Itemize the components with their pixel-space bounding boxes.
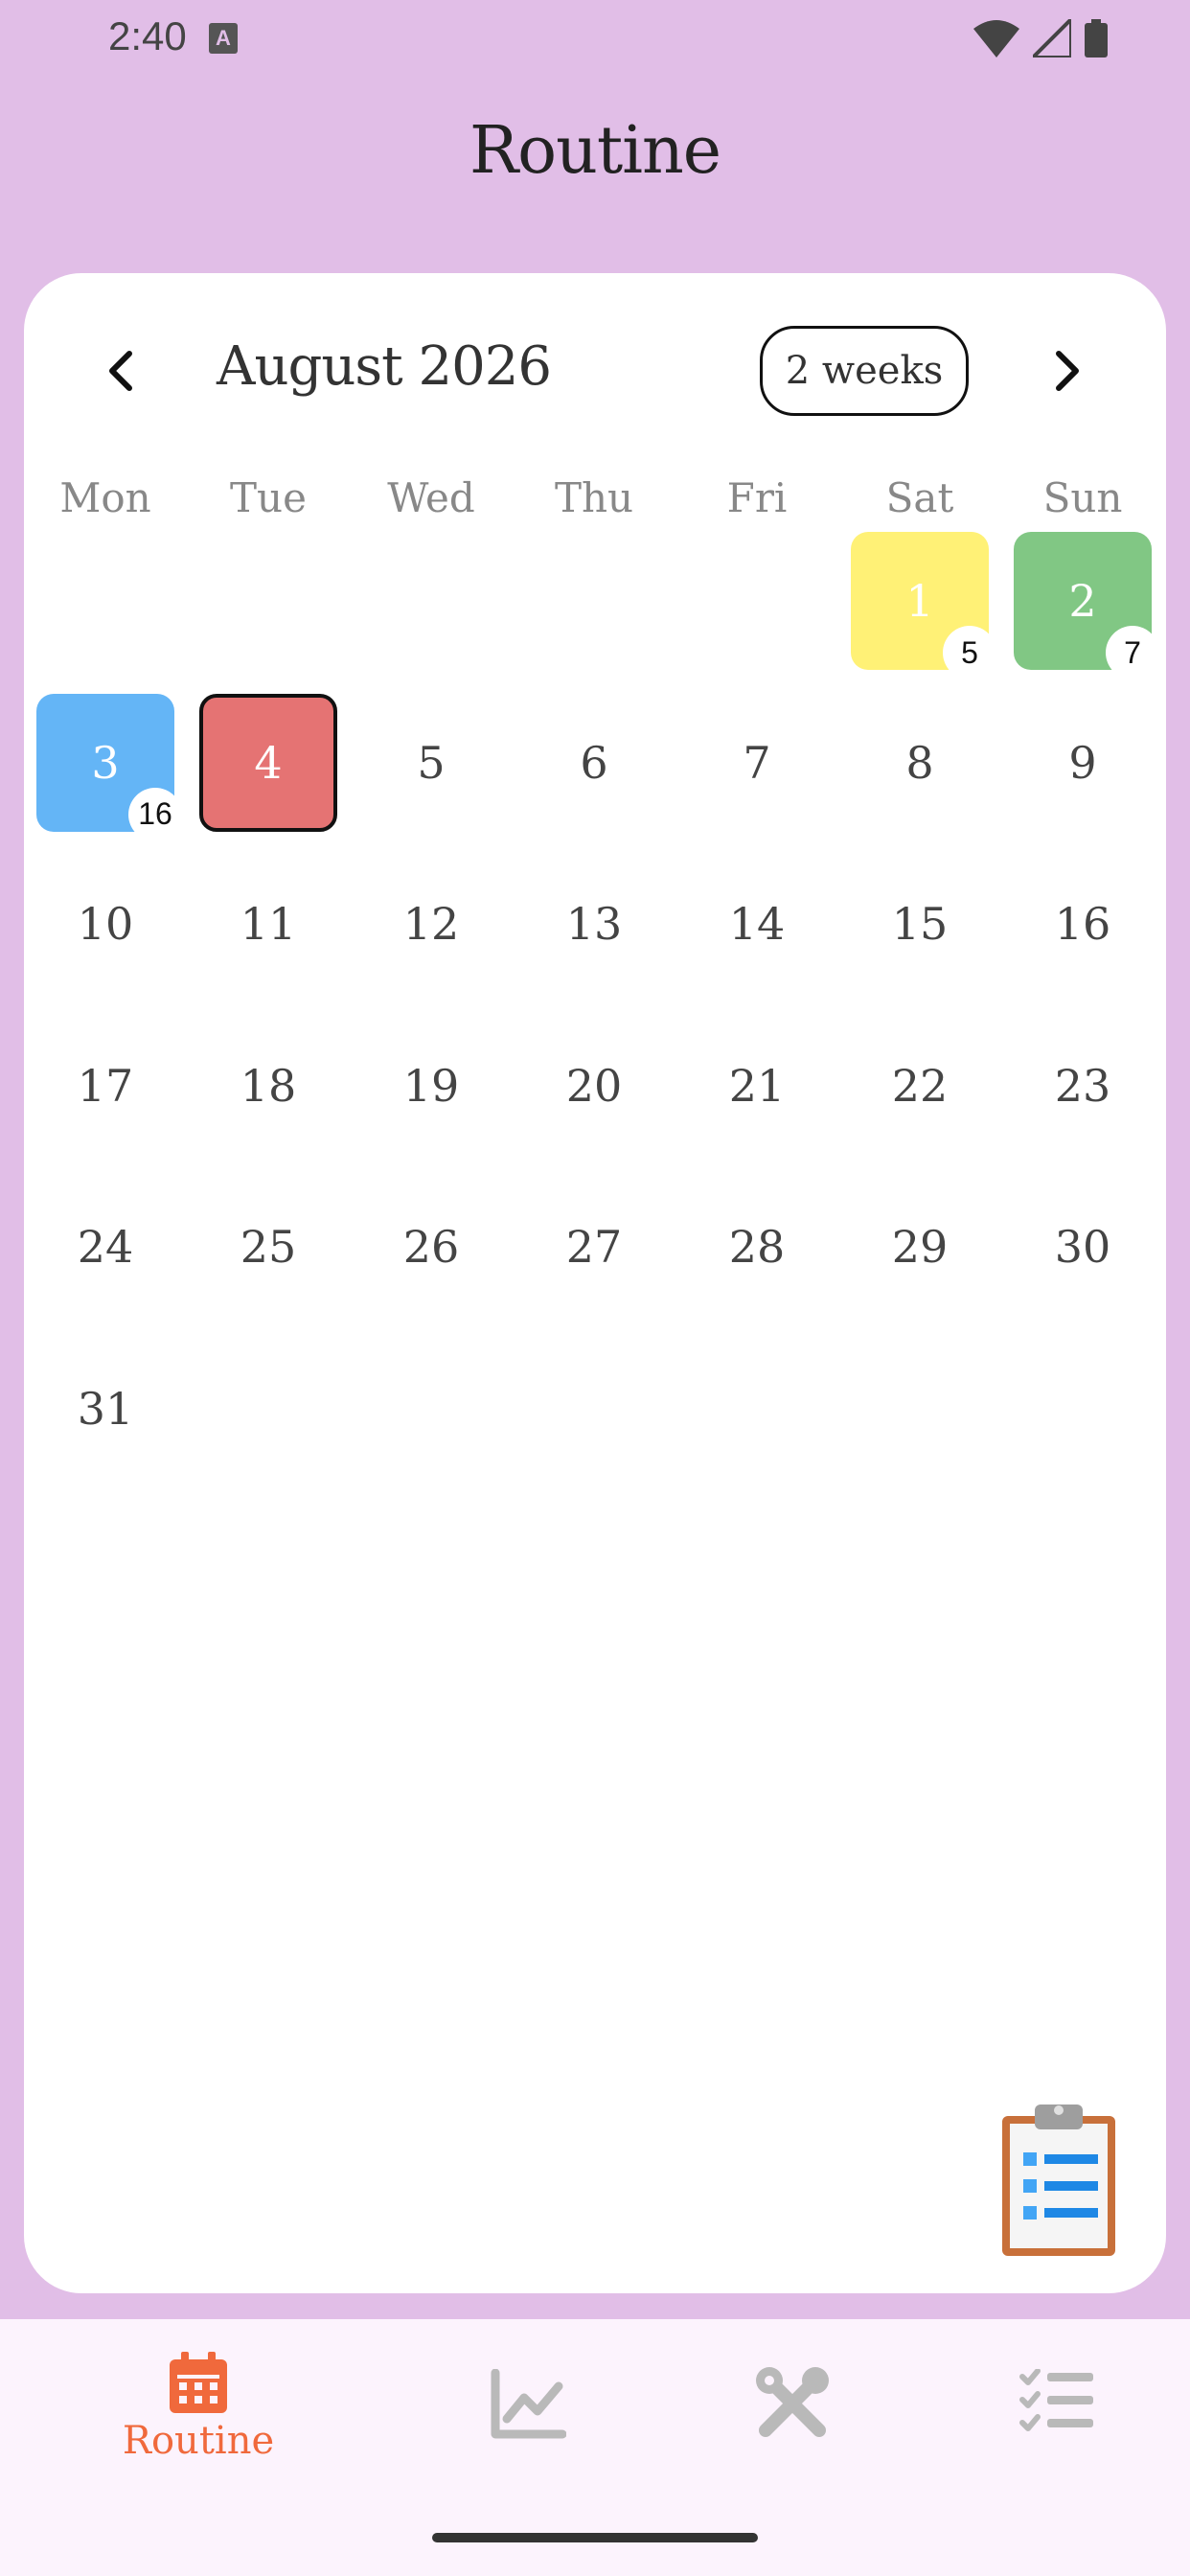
nav-label-routine: Routine bbox=[122, 2419, 275, 2463]
calendar-day[interactable]: 11 bbox=[199, 855, 337, 993]
calendar-day[interactable]: 27 bbox=[1014, 532, 1159, 679]
status-bar: 2:40 A bbox=[0, 0, 1190, 79]
nav-item-stats[interactable] bbox=[432, 2319, 624, 2511]
chevron-left-icon bbox=[109, 351, 132, 391]
nav-item-tools[interactable] bbox=[697, 2319, 888, 2511]
calendar-day[interactable]: 24 bbox=[36, 1178, 174, 1316]
day-number: 6 bbox=[580, 736, 608, 789]
weekday-sat: Sat bbox=[885, 474, 954, 521]
calendar-day[interactable]: 15 bbox=[851, 532, 996, 679]
day-number: 8 bbox=[905, 736, 934, 789]
day-number: 30 bbox=[1054, 1221, 1111, 1273]
calendar-day[interactable]: 26 bbox=[362, 1178, 500, 1316]
calendar-day[interactable]: 9 bbox=[1014, 694, 1152, 832]
day-number: 26 bbox=[402, 1221, 460, 1273]
calendar-day[interactable]: 8 bbox=[851, 694, 989, 832]
clipboard-list-button[interactable] bbox=[996, 2099, 1121, 2260]
calendar-day[interactable]: 14 bbox=[688, 855, 826, 993]
clipboard-list-icon bbox=[1002, 2104, 1115, 2256]
battery-icon bbox=[1085, 19, 1108, 58]
nav-item-routine[interactable]: Routine bbox=[103, 2319, 294, 2511]
calendar-day[interactable]: 6 bbox=[525, 694, 663, 832]
calendar-day[interactable]: 23 bbox=[1014, 1017, 1152, 1155]
day-number: 5 bbox=[417, 736, 446, 789]
day-number: 10 bbox=[77, 898, 134, 950]
wifi-icon bbox=[973, 20, 1019, 58]
calendar-day[interactable]: 18 bbox=[199, 1017, 337, 1155]
weekday-tue: Tue bbox=[230, 474, 307, 521]
previous-month-button[interactable] bbox=[99, 340, 141, 402]
nav-item-checklist[interactable] bbox=[961, 2319, 1153, 2511]
calendar-day[interactable]: 30 bbox=[1014, 1178, 1152, 1316]
day-number: 2 bbox=[1068, 575, 1097, 627]
calendar-day[interactable]: 15 bbox=[851, 855, 989, 993]
weekday-fri: Fri bbox=[726, 474, 788, 521]
calendar-day[interactable]: 5 bbox=[362, 694, 500, 832]
weekday-thu: Thu bbox=[554, 474, 634, 521]
checklist-icon bbox=[1019, 2369, 1093, 2431]
calendar-icon bbox=[170, 2352, 227, 2413]
day-number: 28 bbox=[728, 1221, 786, 1273]
day-number: 17 bbox=[77, 1059, 134, 1112]
chevron-right-icon bbox=[1056, 351, 1079, 391]
calendar-day[interactable]: 12 bbox=[362, 855, 500, 993]
calendar-day[interactable]: 22 bbox=[851, 1017, 989, 1155]
day-count-badge: 7 bbox=[1106, 626, 1159, 679]
calendar-day[interactable]: 10 bbox=[36, 855, 174, 993]
weekday-wed: Wed bbox=[387, 474, 475, 521]
day-number: 31 bbox=[77, 1382, 134, 1435]
day-count-badge: 16 bbox=[128, 787, 182, 841]
day-number: 9 bbox=[1068, 736, 1097, 789]
day-number: 25 bbox=[240, 1221, 297, 1273]
chart-line-icon bbox=[491, 2369, 566, 2439]
day-number: 23 bbox=[1054, 1059, 1111, 1112]
calendar-day[interactable]: 31 bbox=[36, 1340, 174, 1478]
day-number: 27 bbox=[565, 1221, 623, 1273]
calendar-day[interactable]: 7 bbox=[688, 694, 826, 832]
day-number: 11 bbox=[240, 898, 297, 950]
day-number: 18 bbox=[240, 1059, 297, 1112]
calendar-day[interactable]: 20 bbox=[525, 1017, 663, 1155]
day-number: 15 bbox=[891, 898, 949, 950]
day-number: 24 bbox=[77, 1221, 134, 1273]
day-number: 12 bbox=[402, 898, 460, 950]
calendar-day[interactable]: 3 16 bbox=[36, 693, 182, 841]
calendar-day[interactable]: 17 bbox=[36, 1017, 174, 1155]
calendar-day[interactable]: 28 bbox=[688, 1178, 826, 1316]
weekday-mon: Mon bbox=[59, 474, 151, 521]
calendar-day[interactable]: 16 bbox=[1014, 855, 1152, 993]
day-number: 14 bbox=[728, 898, 786, 950]
day-number: 7 bbox=[743, 736, 771, 789]
day-number: 1 bbox=[905, 575, 934, 627]
keyboard-indicator-icon: A bbox=[209, 23, 238, 54]
calendar-day[interactable]: 19 bbox=[362, 1017, 500, 1155]
calendar-day[interactable]: 4 bbox=[199, 693, 337, 832]
status-time: 2:40 bbox=[108, 13, 187, 58]
calendar-day[interactable]: 21 bbox=[688, 1017, 826, 1155]
home-indicator[interactable] bbox=[432, 2533, 758, 2542]
day-number: 4 bbox=[254, 736, 283, 789]
day-number: 29 bbox=[891, 1221, 949, 1273]
day-number: 19 bbox=[402, 1059, 460, 1112]
day-number: 13 bbox=[565, 898, 623, 950]
month-title: August 2026 bbox=[217, 335, 552, 398]
page-title: Routine bbox=[469, 113, 721, 189]
tools-icon bbox=[756, 2367, 829, 2437]
day-number: 21 bbox=[728, 1059, 786, 1112]
next-month-button[interactable] bbox=[1047, 340, 1089, 402]
day-number: 16 bbox=[1054, 898, 1111, 950]
calendar-day[interactable]: 29 bbox=[851, 1178, 989, 1316]
weekday-sun: Sun bbox=[1042, 474, 1123, 521]
status-icons bbox=[973, 19, 1108, 58]
day-number: 20 bbox=[565, 1059, 623, 1112]
day-number: 3 bbox=[91, 736, 120, 789]
day-number: 22 bbox=[891, 1059, 949, 1112]
day-count-badge: 5 bbox=[943, 626, 996, 679]
calendar-day[interactable]: 27 bbox=[525, 1178, 663, 1316]
range-toggle-button[interactable]: 2 weeks bbox=[760, 326, 969, 416]
calendar-day[interactable]: 13 bbox=[525, 855, 663, 993]
calendar-day[interactable]: 25 bbox=[199, 1178, 337, 1316]
signal-icon bbox=[1033, 19, 1071, 58]
